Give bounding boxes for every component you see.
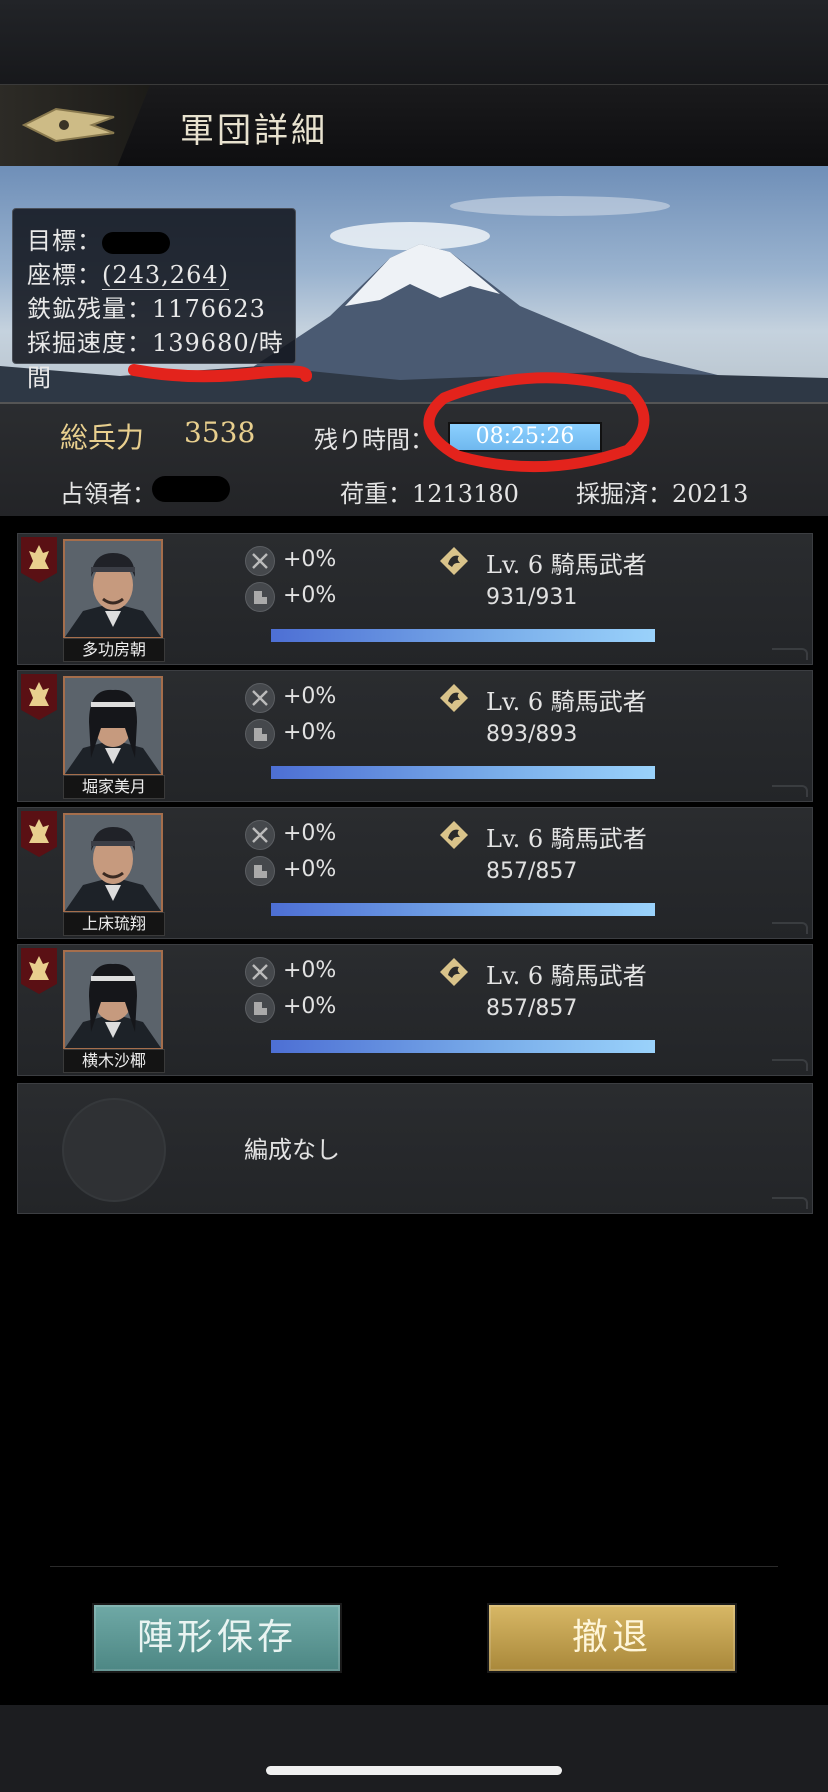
iron-label: 鉄鉱残量： <box>27 295 152 323</box>
general-portrait[interactable] <box>63 539 163 639</box>
attack-icon <box>245 957 275 987</box>
red-circle-annotation <box>423 372 650 473</box>
empty-slot-label: 編成なし <box>244 1136 340 1164</box>
general-portrait[interactable] <box>63 676 163 776</box>
troop-count: 893/893 <box>486 722 578 747</box>
defense-bonus: +0% <box>283 994 337 1019</box>
troop-bar <box>271 903 655 916</box>
mined-value: 20213 <box>672 480 749 508</box>
troops-label: 総兵力 <box>60 421 145 454</box>
attack-bonus: +0% <box>283 821 337 846</box>
defense-icon <box>245 993 275 1023</box>
general-card[interactable]: 上床琉翔 +0% +0% Lv. 6 騎馬武者 857/857 <box>17 807 813 939</box>
general-portrait[interactable] <box>63 950 163 1050</box>
troop-bar-fill <box>271 1040 655 1053</box>
load-value: 1213180 <box>412 480 519 508</box>
back-arrow-icon <box>22 107 115 143</box>
unit-level: Lv. 6 騎馬武者 <box>486 551 647 579</box>
general-portrait[interactable] <box>63 813 163 913</box>
general-name: 多功房朝 <box>63 638 165 662</box>
mined-label-text: 採掘済： <box>576 480 672 508</box>
attack-bonus: +0% <box>283 958 337 983</box>
footer-area <box>0 1705 828 1792</box>
header-bar: 軍団詳細 <box>0 84 828 169</box>
card-corner-ornament <box>772 922 808 934</box>
general-card[interactable]: 横木沙椰 +0% +0% Lv. 6 騎馬武者 857/857 <box>17 944 813 1076</box>
general-card[interactable]: 多功房朝 +0% +0% Lv. 6 騎馬武者 931/931 <box>17 533 813 665</box>
status-bar-area <box>0 0 828 84</box>
attack-icon <box>245 546 275 576</box>
rank-badge-icon <box>21 811 57 857</box>
rank-badge-icon <box>21 537 57 583</box>
card-corner-ornament <box>772 785 808 797</box>
troops-value: 3538 <box>184 416 256 449</box>
card-corner-ornament <box>772 1197 808 1209</box>
defense-bonus: +0% <box>283 583 337 608</box>
target-row: 目標： <box>27 221 170 256</box>
troop-bar <box>271 629 655 642</box>
cavalry-icon <box>440 958 468 986</box>
cavalry-icon <box>440 547 468 575</box>
coords-label: 座標： <box>27 261 102 289</box>
troop-count: 931/931 <box>486 585 578 610</box>
cavalry-icon <box>440 684 468 712</box>
retreat-button[interactable]: 撤退 <box>487 1603 737 1673</box>
back-button[interactable] <box>0 85 150 167</box>
target-label: 目標： <box>27 227 102 255</box>
attack-icon <box>245 683 275 713</box>
iron-row: 鉄鉱残量：1176623 <box>27 289 266 324</box>
attack-bonus: +0% <box>283 684 337 709</box>
target-info-panel: 目標： 座標：(243,264) 鉄鉱残量：1176623 採掘速度：13968… <box>12 208 296 392</box>
divider <box>50 1566 778 1567</box>
home-indicator[interactable] <box>266 1766 562 1775</box>
unit-level: Lv. 6 騎馬武者 <box>486 962 647 990</box>
attack-icon <box>245 820 275 850</box>
unit-level: Lv. 6 騎馬武者 <box>486 825 647 853</box>
red-underline-annotation <box>128 364 312 383</box>
defense-bonus: +0% <box>283 857 337 882</box>
rank-badge-icon <box>21 948 57 994</box>
iron-value: 1176623 <box>152 295 266 323</box>
speed-label: 採掘速度： <box>27 329 152 357</box>
defense-bonus: +0% <box>283 720 337 745</box>
defense-icon <box>245 719 275 749</box>
troop-bar <box>271 1040 655 1053</box>
general-name: 堀家美月 <box>63 775 165 799</box>
defense-icon <box>245 856 275 886</box>
troop-bar <box>271 766 655 779</box>
load-label-text: 荷重： <box>340 480 412 508</box>
troop-bar-fill <box>271 903 655 916</box>
redacted-target <box>102 231 170 254</box>
general-card[interactable]: 堀家美月 +0% +0% Lv. 6 騎馬武者 893/893 <box>17 670 813 802</box>
troop-bar-fill <box>271 766 655 779</box>
defense-icon <box>245 582 275 612</box>
coords-link[interactable]: (243,264) <box>102 261 229 290</box>
general-name: 横木沙椰 <box>63 1049 165 1073</box>
troop-bar-fill <box>271 629 655 642</box>
attack-bonus: +0% <box>283 547 337 572</box>
troop-count: 857/857 <box>486 859 578 884</box>
redacted-occupant <box>152 476 230 502</box>
card-corner-ornament <box>772 1059 808 1071</box>
rank-badge-icon <box>21 674 57 720</box>
troop-count: 857/857 <box>486 996 578 1021</box>
save-formation-button[interactable]: 陣形保存 <box>92 1603 342 1673</box>
general-name: 上床琉翔 <box>63 912 165 936</box>
unit-level: Lv. 6 騎馬武者 <box>486 688 647 716</box>
empty-slot-card[interactable]: 編成なし <box>17 1083 813 1214</box>
cavalry-icon <box>440 821 468 849</box>
empty-emblem-icon <box>62 1098 166 1202</box>
coords-row[interactable]: 座標：(243,264) <box>27 255 229 290</box>
card-corner-ornament <box>772 648 808 660</box>
occupant-label: 占領者： <box>60 480 156 508</box>
page-title: 軍団詳細 <box>180 111 328 151</box>
